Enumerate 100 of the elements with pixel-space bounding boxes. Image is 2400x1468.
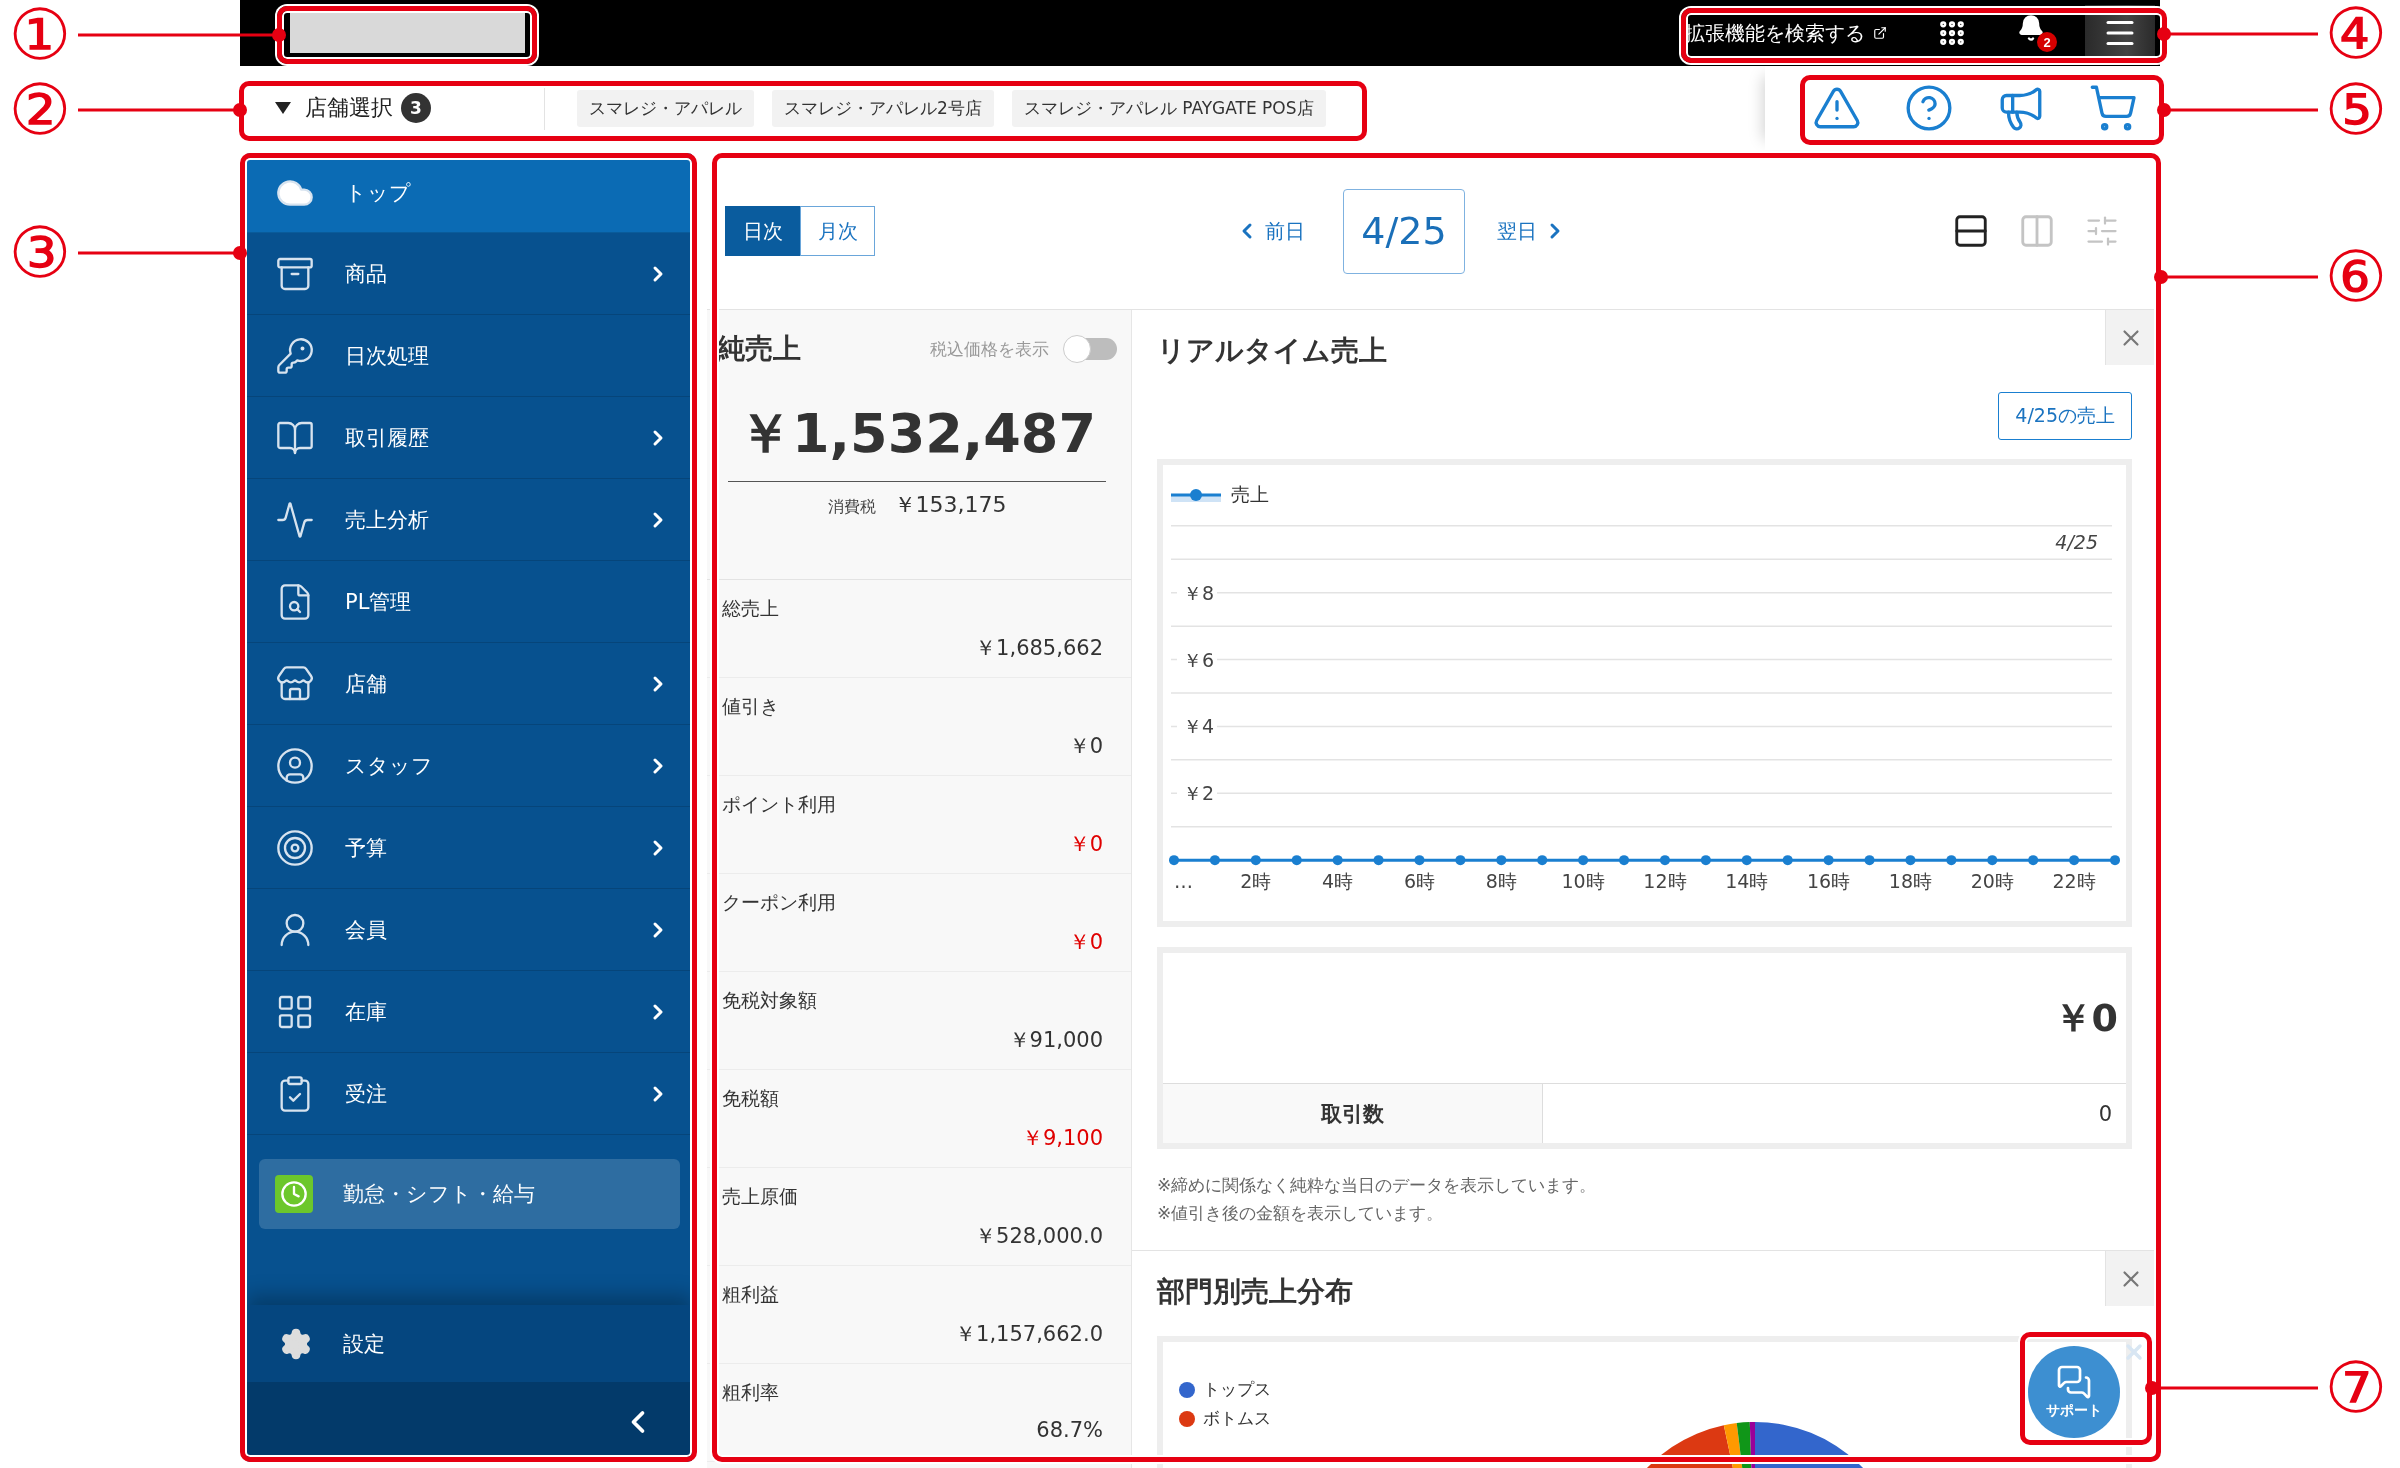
close-button[interactable] bbox=[2105, 310, 2155, 365]
chart-date-label: 4/25 bbox=[2055, 531, 2098, 553]
bell-icon bbox=[2017, 14, 2045, 42]
data-point bbox=[1373, 855, 1384, 866]
stat-label: 免税対象額 bbox=[722, 988, 817, 1013]
previous-day-link[interactable]: 前日 bbox=[1235, 217, 1305, 245]
nav-item[interactable]: 日次処理 bbox=[247, 315, 692, 397]
user-circle-icon bbox=[275, 745, 315, 786]
legend-label: ボトムス bbox=[1203, 1407, 1271, 1430]
nav-label: 予算 bbox=[345, 834, 387, 862]
stat-value: ￥9,100 bbox=[1021, 1125, 1103, 1152]
count-badge: 3 bbox=[401, 93, 431, 123]
store-chip[interactable]: スマレジ・アパレル PAYGATE POS店 bbox=[1011, 89, 1326, 127]
nav-item[interactable]: 店舗 bbox=[247, 643, 692, 725]
stat-value: ￥0 bbox=[1068, 929, 1103, 956]
axis-label: 12時 bbox=[1643, 870, 1687, 892]
target-icon bbox=[275, 827, 315, 868]
nav-item[interactable]: 商品 bbox=[247, 233, 692, 315]
nav-label: 会員 bbox=[345, 916, 387, 944]
nav-item[interactable]: 在庫 bbox=[247, 971, 692, 1053]
axis-label: ￥4 bbox=[1183, 715, 1215, 738]
store-chip[interactable]: スマレジ・アパレル2号店 bbox=[772, 89, 994, 127]
apps-grid-button[interactable] bbox=[1937, 18, 1967, 48]
nav-label: 受注 bbox=[345, 1080, 387, 1108]
cart-button[interactable] bbox=[2088, 83, 2138, 133]
nav-item[interactable]: 取引履歴 bbox=[247, 397, 692, 479]
data-point bbox=[1578, 855, 1589, 866]
nav-label: トップ bbox=[345, 179, 411, 207]
stat-value: ￥528,000.0 bbox=[975, 1223, 1103, 1250]
date-picker[interactable]: 4/25 bbox=[1343, 188, 1465, 274]
close-button[interactable] bbox=[2105, 1251, 2155, 1306]
layout-button[interactable] bbox=[1952, 212, 1990, 250]
nav-item[interactable]: 受注 bbox=[247, 1053, 692, 1135]
store-chip[interactable]: スマレジ・アパレル bbox=[577, 89, 754, 127]
data-point bbox=[1946, 855, 1957, 866]
legend-label: トップス bbox=[1203, 1378, 1271, 1401]
nav-label: 日次処理 bbox=[345, 342, 429, 370]
data-point bbox=[2069, 855, 2080, 866]
stat-label: 総売上 bbox=[722, 596, 779, 621]
stat-label: 粗利益 bbox=[722, 1282, 779, 1307]
nav-item[interactable]: スタッフ bbox=[247, 725, 692, 807]
tax-label: 消費税 bbox=[827, 497, 876, 518]
notification-badge: 2 bbox=[2037, 32, 2057, 52]
data-point bbox=[1537, 855, 1548, 866]
chat-bubbles-icon bbox=[2056, 1364, 2092, 1400]
data-point bbox=[1332, 855, 1343, 866]
data-point bbox=[1741, 855, 1752, 866]
axis-label: 2時 bbox=[1240, 870, 1272, 892]
data-point bbox=[1905, 855, 1916, 866]
axis-label: 4時 bbox=[1322, 870, 1354, 892]
help-button[interactable] bbox=[1904, 83, 1954, 133]
line-graph-icon bbox=[275, 499, 315, 540]
nav-item[interactable]: 予算 bbox=[247, 807, 692, 889]
data-point bbox=[1619, 855, 1630, 866]
stat-value: ￥1,685,662 bbox=[975, 635, 1103, 662]
nav-item[interactable]: PL管理 bbox=[247, 561, 692, 643]
axis-label: ￥2 bbox=[1183, 782, 1215, 805]
nav-label: 設定 bbox=[343, 1330, 385, 1358]
stat-value: ￥0 bbox=[1068, 831, 1103, 858]
period-tab[interactable]: 日次 bbox=[725, 206, 800, 256]
nav-label: 商品 bbox=[345, 260, 387, 288]
nav-label: PL管理 bbox=[345, 588, 412, 616]
axis-label: 8時 bbox=[1485, 870, 1517, 892]
tax-toggle[interactable] bbox=[1065, 338, 1117, 360]
axis-label: 6時 bbox=[1403, 870, 1436, 892]
stat-label: 売上原価 bbox=[722, 1184, 798, 1209]
nav-item[interactable]: 売上分析 bbox=[247, 479, 692, 561]
external-link-icon bbox=[1873, 26, 1887, 40]
axis-label: 10時 bbox=[1561, 870, 1605, 892]
data-point bbox=[1291, 855, 1302, 866]
data-point bbox=[1414, 855, 1425, 866]
stat-label: ポイント利用 bbox=[722, 792, 836, 817]
legend-label: 売上 bbox=[1231, 482, 1269, 507]
nav-item[interactable]: 勤怠・シフト・給与 bbox=[259, 1159, 680, 1229]
data-point bbox=[1455, 855, 1466, 866]
axis-label: ￥8 bbox=[1183, 581, 1215, 604]
nav-label: スタッフ bbox=[345, 752, 433, 780]
store-select-button[interactable]: 店舗選択 3 bbox=[275, 86, 545, 130]
settings-icon bbox=[279, 1326, 313, 1361]
caret-icon bbox=[275, 102, 291, 114]
clock-icon bbox=[275, 1175, 313, 1213]
notifications-button[interactable]: 2 bbox=[2017, 14, 2057, 52]
settings-item[interactable]: 設定 bbox=[247, 1305, 692, 1382]
date-sales-button[interactable]: 4/25の売上 bbox=[1998, 392, 2132, 440]
legend-icon bbox=[1171, 487, 1221, 503]
stat-label: 値引き bbox=[722, 694, 779, 719]
nav-label: 売上分析 bbox=[345, 506, 429, 534]
nav-label: 在庫 bbox=[345, 998, 387, 1026]
stat-label: クーポン利用 bbox=[722, 890, 836, 915]
card-title: リアルタイム売上 bbox=[1157, 333, 1387, 369]
toggle-label: 税込価格を表示 bbox=[930, 337, 1049, 361]
nav-item[interactable]: 会員 bbox=[247, 889, 692, 971]
stat-label: 粗利率 bbox=[722, 1380, 779, 1405]
data-point bbox=[1823, 855, 1834, 866]
tax-amount: ￥153,175 bbox=[893, 491, 1007, 519]
data-point bbox=[2028, 855, 2039, 866]
period-tab[interactable]: 月次 bbox=[800, 206, 875, 256]
data-point bbox=[1864, 855, 1875, 866]
next-day-link[interactable]: 翌日 bbox=[1497, 217, 1567, 245]
data-point bbox=[1659, 855, 1670, 866]
